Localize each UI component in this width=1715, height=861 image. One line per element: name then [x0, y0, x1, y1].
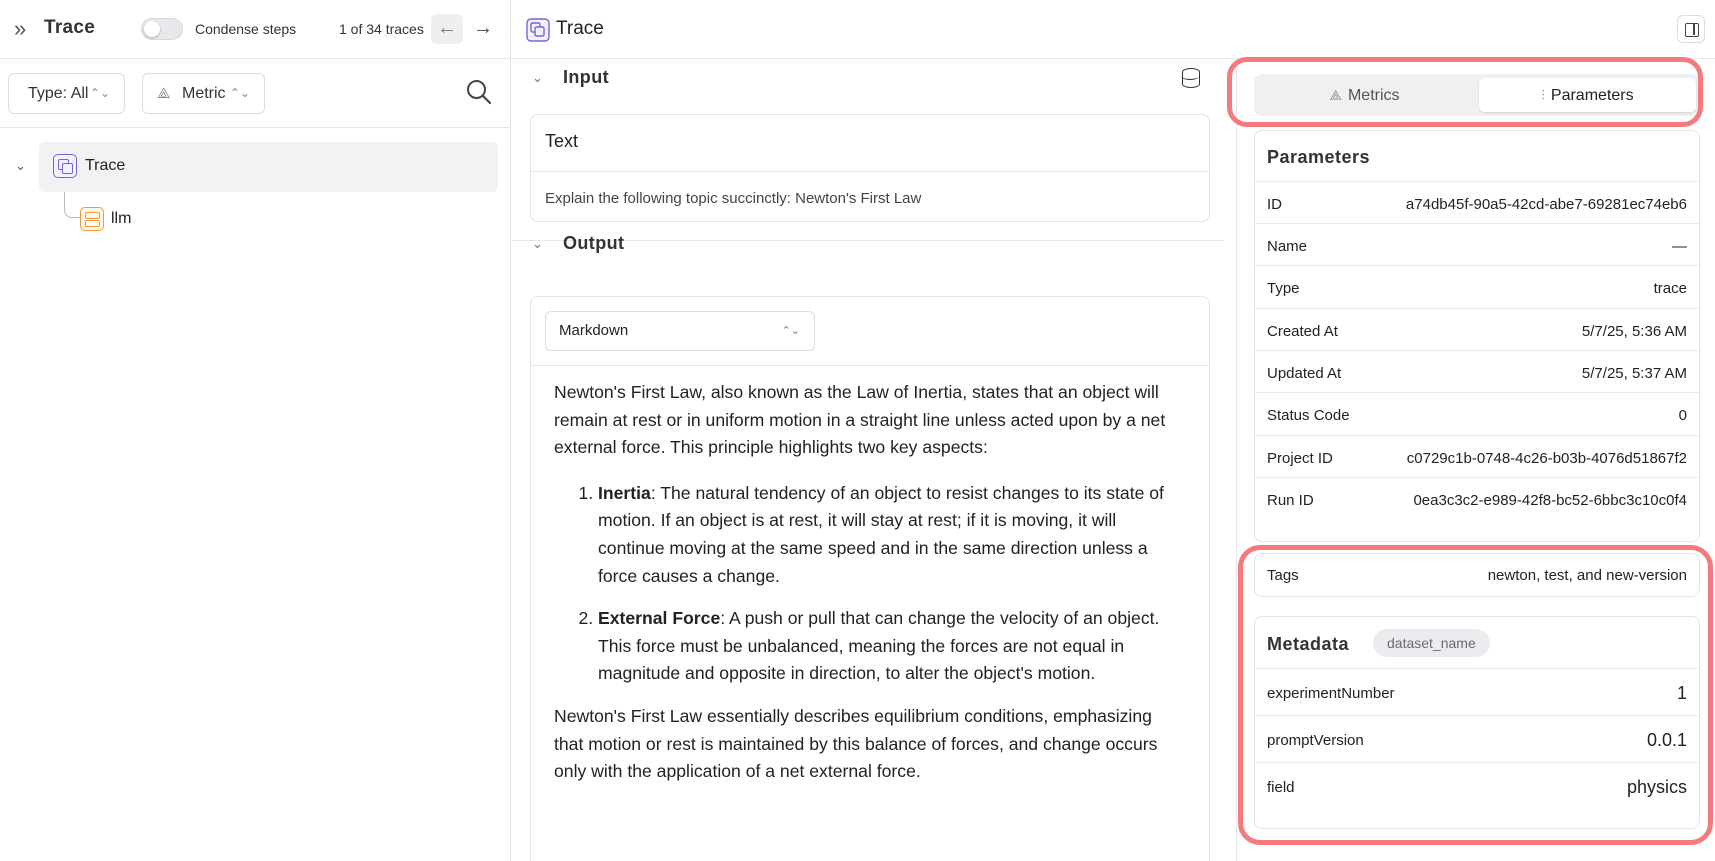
chevron-down-icon[interactable]: ⌄ — [15, 158, 26, 174]
type-filter-select[interactable]: Type: All ⌃⌄ — [8, 73, 125, 114]
input-kind-label: Text — [545, 131, 579, 151]
list-item-term: External Force — [598, 608, 721, 629]
trace-tree-header: » Trace Condense steps 1 of 34 traces ← … — [0, 0, 511, 59]
condense-steps-toggle[interactable] — [141, 18, 183, 40]
llm-icon[interactable] — [80, 207, 104, 231]
param-key: ID — [1267, 196, 1282, 213]
param-row-updated-at: Updated At 5/7/25, 5:37 AM — [1255, 350, 1699, 396]
output-format-value: Markdown — [559, 322, 629, 339]
parameters-title: Parameters — [1267, 147, 1371, 167]
param-value: 0ea3c3c2-e989-42f8-bc52-6bbc3c10c0f4 — [1413, 492, 1687, 509]
list-item-term: Inertia — [598, 482, 651, 503]
trace-count: 1 of 34 traces — [339, 21, 424, 37]
param-key: Updated At — [1267, 365, 1342, 382]
list-item-text: : The natural tendency of an object to r… — [598, 482, 1164, 586]
next-trace-button[interactable]: → — [467, 14, 499, 44]
highlight-parameters-tab — [1227, 57, 1703, 127]
database-icon[interactable] — [1181, 68, 1200, 88]
param-key: Name — [1267, 238, 1308, 255]
param-key: Created At — [1267, 323, 1338, 340]
output-list: Inertia: The natural tendency of an obje… — [554, 480, 1184, 688]
trace-icon — [526, 18, 550, 42]
param-row-type: Type trace — [1255, 265, 1699, 311]
param-row-status-code: Status Code 0 — [1255, 392, 1699, 438]
param-value: 0 — [1678, 407, 1687, 424]
list-item: Inertia: The natural tendency of an obje… — [598, 480, 1184, 590]
chevron-up-down-icon: ⌃⌄ — [229, 86, 250, 100]
input-section-header[interactable]: ⌄ Input — [512, 60, 1222, 100]
panel-title: Trace — [44, 17, 96, 38]
page-title: Trace — [556, 18, 604, 39]
param-key: Type — [1267, 280, 1300, 297]
toggle-sidebar-icon[interactable] — [1677, 15, 1705, 43]
tree-node-label: Trace — [85, 157, 126, 174]
param-row-created-at: Created At 5/7/25, 5:36 AM — [1255, 308, 1699, 354]
param-row-run-id: Run ID 0ea3c3c2-e989-42f8-bc52-6bbc3c10c0… — [1255, 477, 1699, 523]
param-value: 5/7/25, 5:36 AM — [1581, 323, 1687, 340]
chevron-down-icon[interactable]: ⌄ — [532, 236, 543, 252]
output-format-select[interactable]: Markdown ⌃⌄ — [545, 311, 815, 351]
tree-node-trace[interactable]: Trace — [39, 142, 498, 192]
param-value: — — [1672, 238, 1687, 255]
filter-bar: Type: All ⌃⌄ ⟁ Metric ⌃⌄ — [0, 59, 511, 128]
input-text: Explain the following topic succinctly: … — [545, 190, 922, 207]
trace-detail-header: Trace — [512, 0, 1715, 59]
arrow-left-icon: ← — [437, 17, 457, 39]
input-card: Text Explain the following topic succinc… — [530, 114, 1210, 222]
output-intro: Newton's First Law, also known as the La… — [554, 382, 1166, 458]
type-filter-label: Type: All — [28, 85, 89, 102]
chevron-up-down-icon: ⌃⌄ — [89, 86, 110, 100]
param-value: 5/7/25, 5:37 AM — [1581, 365, 1687, 382]
chevron-down-icon[interactable]: ⌄ — [532, 70, 543, 86]
output-card: Markdown ⌃⌄ Newton's First Law, also kno… — [530, 296, 1210, 861]
param-row-name: Name — — [1255, 223, 1699, 269]
double-chevron-right-icon[interactable]: » — [14, 18, 26, 40]
previous-trace-button[interactable]: ← — [431, 14, 463, 44]
param-row-project-id: Project ID c0729c1b-0748-4c26-b03b-4076d5… — [1255, 435, 1699, 481]
highlight-tags-metadata — [1238, 545, 1713, 845]
param-value: a74db45f-90a5-42cd-abe7-69281ec74eb6 — [1405, 196, 1687, 213]
trace-io-panel: ⌄ Input Text Explain the following topic… — [512, 60, 1237, 861]
param-value: c0729c1b-0748-4c26-b03b-4076d51867f2 — [1406, 450, 1687, 467]
output-outro: Newton's First Law essentially describes… — [554, 705, 1158, 782]
param-value: trace — [1653, 280, 1687, 297]
tree-node-llm[interactable]: llm — [111, 210, 131, 228]
param-key: Project ID — [1267, 450, 1333, 467]
trace-icon — [53, 154, 77, 178]
list-item: External Force: A push or pull that can … — [598, 605, 1184, 688]
toggle-knob — [144, 21, 160, 37]
search-icon[interactable] — [464, 77, 494, 107]
chevron-up-down-icon: ⌃⌄ — [781, 325, 800, 337]
parameters-card: Parameters ID a74db45f-90a5-42cd-abe7-692… — [1254, 130, 1700, 542]
trace-tree-panel: » Trace Condense steps 1 of 34 traces ← … — [0, 0, 511, 861]
output-heading: Output — [563, 233, 625, 253]
input-heading: Input — [563, 67, 609, 87]
metric-filter-select[interactable]: ⟁ Metric ⌃⌄ — [142, 73, 265, 114]
param-key: Status Code — [1267, 407, 1350, 424]
markdown-output: Newton's First Law, also known as the La… — [554, 379, 1184, 804]
output-section-header[interactable]: ⌄ Output — [512, 226, 1222, 266]
condense-steps-label: Condense steps — [195, 21, 297, 37]
arrow-right-icon: → — [473, 17, 493, 39]
metric-filter-label: Metric — [182, 85, 226, 102]
divider — [531, 365, 1209, 366]
divider — [531, 171, 1209, 172]
param-row-id: ID a74db45f-90a5-42cd-abe7-69281ec74eb6 — [1255, 181, 1699, 227]
metric-icon: ⟁ — [157, 85, 171, 102]
param-key: Run ID — [1267, 492, 1314, 509]
